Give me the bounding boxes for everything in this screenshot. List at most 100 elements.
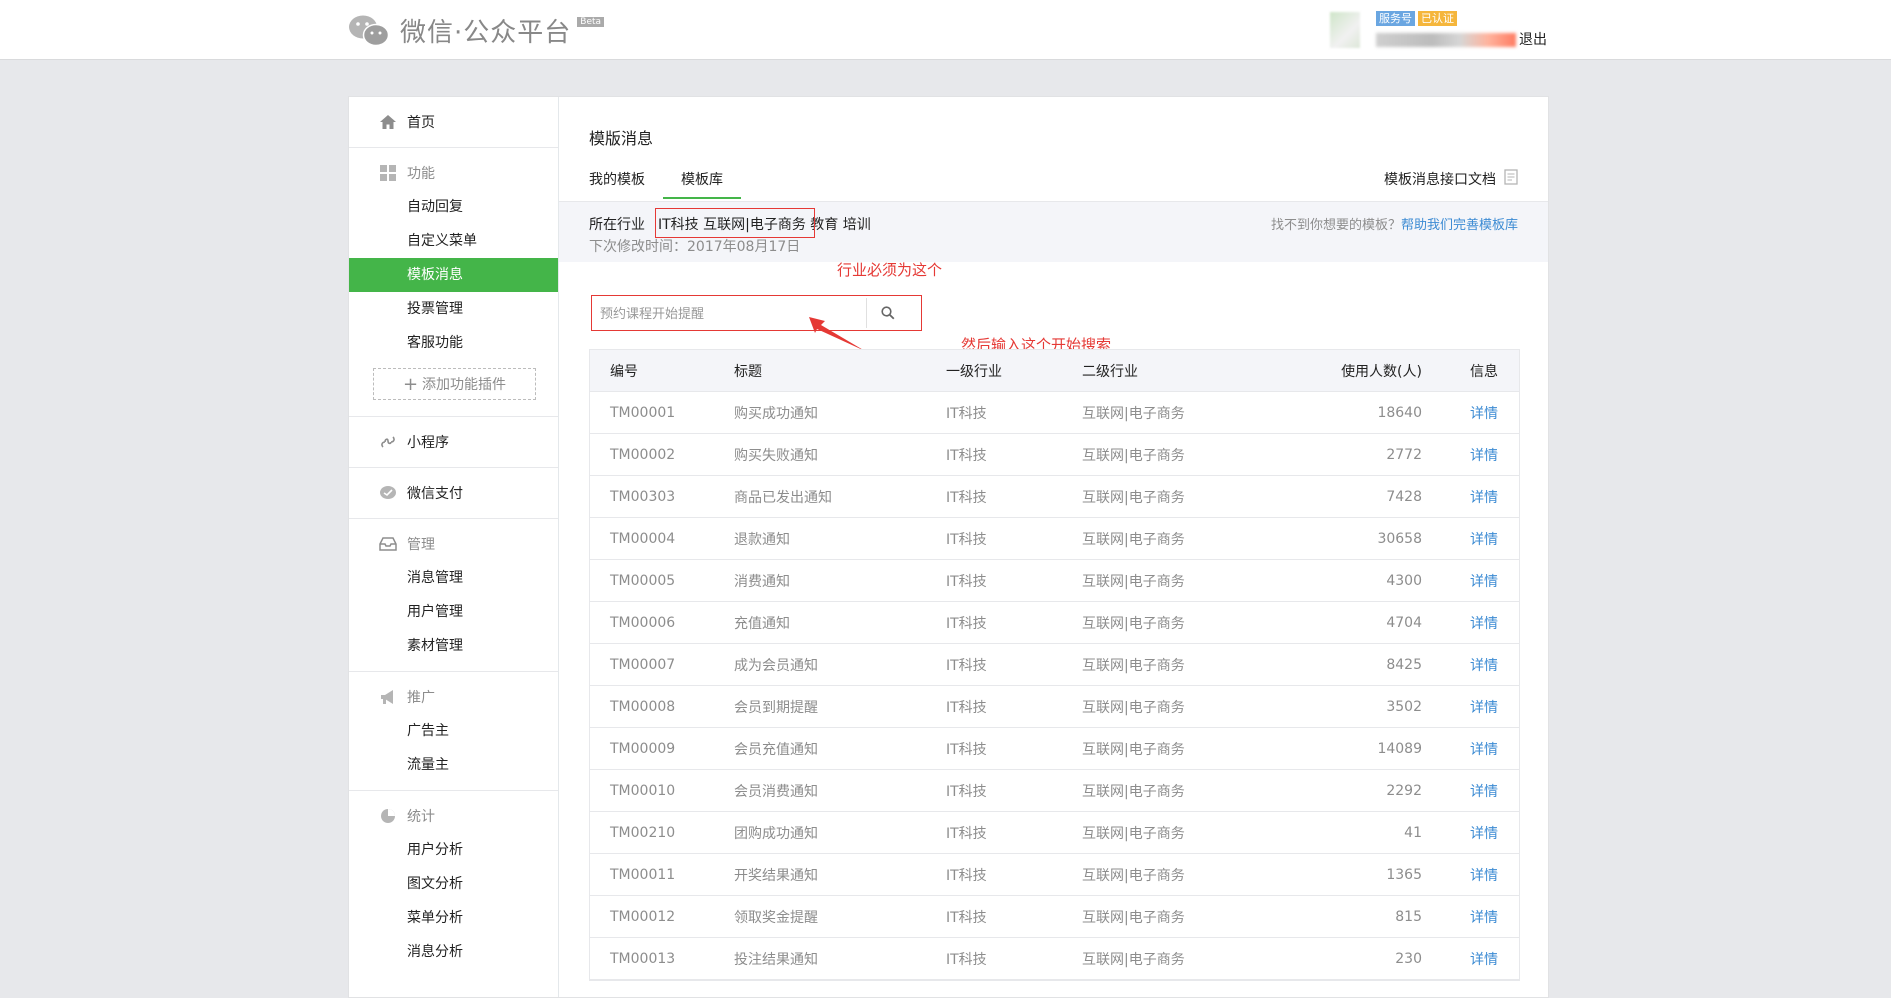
sidebar-item-menu-analysis[interactable]: 菜单分析 <box>349 901 558 935</box>
service-badge: 服务号 <box>1376 11 1415 26</box>
detail-link[interactable]: 详情 <box>1422 655 1518 675</box>
sidebar-item-customer-service[interactable]: 客服功能 <box>349 326 558 360</box>
table-cell: 互联网|电子商务 <box>1082 783 1185 800</box>
detail-link[interactable]: 详情 <box>1422 487 1518 507</box>
sidebar-item-message-analysis[interactable]: 消息分析 <box>349 935 558 969</box>
table-cell: 1365 <box>1386 866 1422 883</box>
table-row: TM00002 购买失败通知 IT科技 互联网|电子商务 2772 详情 <box>590 434 1519 476</box>
table-cell: 230 <box>1395 950 1422 967</box>
table-row: TM00210 团购成功通知 IT科技 互联网|电子商务 41 详情 <box>590 812 1519 854</box>
wechat-logo-icon <box>349 15 390 46</box>
search-box <box>591 295 922 331</box>
sidebar-group-features: 功能 自动回复 自定义菜单 模板消息 投票管理 客服功能 + 添加功能插件 <box>349 148 558 417</box>
table-header: 编号 标题 一级行业 二级行业 使用人数(人) 信息 <box>590 350 1519 392</box>
sidebar-item-vote-manage[interactable]: 投票管理 <box>349 292 558 326</box>
sidebar-item-user-analysis[interactable]: 用户分析 <box>349 833 558 867</box>
sidebar-item-material-manage[interactable]: 素材管理 <box>349 629 558 663</box>
sidebar-item-wechat-pay[interactable]: 微信支付 <box>349 476 558 510</box>
table-cell: TM00002 <box>610 446 676 463</box>
table-cell: 7428 <box>1386 488 1422 505</box>
detail-link[interactable]: 详情 <box>1422 823 1518 843</box>
table-cell: TM00010 <box>610 782 676 799</box>
doc-link[interactable]: 模板消息接口文档 <box>1384 169 1518 189</box>
sidebar-item-auto-reply[interactable]: 自动回复 <box>349 190 558 224</box>
table-cell: 互联网|电子商务 <box>1082 489 1185 506</box>
table-cell: TM00006 <box>610 614 676 631</box>
annotation-industry: 行业必须为这个 <box>837 261 943 279</box>
table-row: TM00008 会员到期提醒 IT科技 互联网|电子商务 3502 详情 <box>590 686 1519 728</box>
detail-link[interactable]: 详情 <box>1422 403 1518 423</box>
detail-link[interactable]: 详情 <box>1422 907 1518 927</box>
table-cell: 互联网|电子商务 <box>1082 531 1185 548</box>
sidebar-item-custom-menu[interactable]: 自定义菜单 <box>349 224 558 258</box>
table-cell: TM00303 <box>610 488 676 505</box>
table-cell: 14089 <box>1377 740 1422 757</box>
table-cell: TM00005 <box>610 572 676 589</box>
table-cell: 购买成功通知 <box>734 405 818 422</box>
tab-bar: 我的模板 模板库 模板消息接口文档 <box>589 159 1518 199</box>
detail-link[interactable]: 详情 <box>1422 949 1518 969</box>
table-cell: 2292 <box>1386 782 1422 799</box>
table-cell: TM00009 <box>610 740 676 757</box>
industry-label: 所在行业 <box>589 217 645 233</box>
detail-link[interactable]: 详情 <box>1422 571 1518 591</box>
table-cell: IT科技 <box>946 573 987 590</box>
search-button[interactable] <box>866 298 909 328</box>
sidebar-group-manage: 管理 消息管理 用户管理 素材管理 <box>349 519 558 672</box>
logo[interactable]: 微信·公众平台 Beta <box>348 12 605 49</box>
table-cell: IT科技 <box>946 867 987 884</box>
sidebar-item-advertiser[interactable]: 广告主 <box>349 714 558 748</box>
sidebar-item-publisher[interactable]: 流量主 <box>349 748 558 782</box>
plus-icon: + <box>402 373 419 395</box>
help-link[interactable]: 帮助我们完善模板库 <box>1401 218 1518 233</box>
table-cell: 成为会员通知 <box>734 657 818 674</box>
detail-link[interactable]: 详情 <box>1422 697 1518 717</box>
detail-link[interactable]: 详情 <box>1422 445 1518 465</box>
sidebar-item-mini-program[interactable]: 小程序 <box>349 425 558 459</box>
detail-link[interactable]: 详情 <box>1422 739 1518 759</box>
avatar[interactable] <box>1330 12 1360 48</box>
table-cell: 购买失败通知 <box>734 447 818 464</box>
tab-my-templates[interactable]: 我的模板 <box>589 169 645 197</box>
table-row: TM00001 购买成功通知 IT科技 互联网|电子商务 18640 详情 <box>590 392 1519 434</box>
table-cell: 互联网|电子商务 <box>1082 447 1185 464</box>
tab-template-library[interactable]: 模板库 <box>663 169 741 199</box>
table-body: TM00001 购买成功通知 IT科技 互联网|电子商务 18640 详情 TM00002 购… <box>590 392 1519 980</box>
sidebar-head-promotion: 推广 <box>349 680 558 714</box>
sidebar-item-user-manage[interactable]: 用户管理 <box>349 595 558 629</box>
sidebar-item-home[interactable]: 首页 <box>349 105 558 139</box>
megaphone-icon <box>379 688 397 706</box>
table-cell: IT科技 <box>946 741 987 758</box>
table-cell: 开奖结果通知 <box>734 867 818 884</box>
sidebar-group-promotion: 推广 广告主 流量主 <box>349 672 558 791</box>
sidebar-group-wechat-pay: 微信支付 <box>349 468 558 519</box>
table-cell: 互联网|电子商务 <box>1082 909 1185 926</box>
table-cell: IT科技 <box>946 531 987 548</box>
search-input[interactable] <box>598 301 886 327</box>
verified-badge: 已认证 <box>1418 11 1457 26</box>
table-cell: 8425 <box>1386 656 1422 673</box>
table-cell: IT科技 <box>946 951 987 968</box>
detail-link[interactable]: 详情 <box>1422 613 1518 633</box>
table-cell: TM00001 <box>610 404 676 421</box>
table-row: TM00004 退款通知 IT科技 互联网|电子商务 30658 详情 <box>590 518 1519 560</box>
detail-link[interactable]: 详情 <box>1422 529 1518 549</box>
detail-link[interactable]: 详情 <box>1422 865 1518 885</box>
table-cell: IT科技 <box>946 699 987 716</box>
top-bar: 微信·公众平台 Beta 服务号 已认证 退出 <box>0 0 1891 60</box>
add-plugin-button[interactable]: + 添加功能插件 <box>373 368 536 400</box>
table-cell: 会员充值通知 <box>734 741 818 758</box>
table-cell: IT科技 <box>946 489 987 506</box>
account-info[interactable]: 服务号 已认证 <box>1330 8 1550 52</box>
sidebar-item-article-analysis[interactable]: 图文分析 <box>349 867 558 901</box>
beta-badge: Beta <box>577 16 605 27</box>
table-cell: 815 <box>1395 908 1422 925</box>
table-cell: TM00007 <box>610 656 676 673</box>
table-cell: IT科技 <box>946 405 987 422</box>
sidebar-item-message-manage[interactable]: 消息管理 <box>349 561 558 595</box>
logout-link[interactable]: 退出 <box>1519 29 1547 49</box>
table-cell: IT科技 <box>946 657 987 674</box>
main-panel: 模版消息 我的模板 模板库 模板消息接口文档 所在行业 IT科技 互联网|电子商… <box>559 97 1548 997</box>
detail-link[interactable]: 详情 <box>1422 781 1518 801</box>
sidebar-item-template-message[interactable]: 模板消息 <box>349 258 558 292</box>
